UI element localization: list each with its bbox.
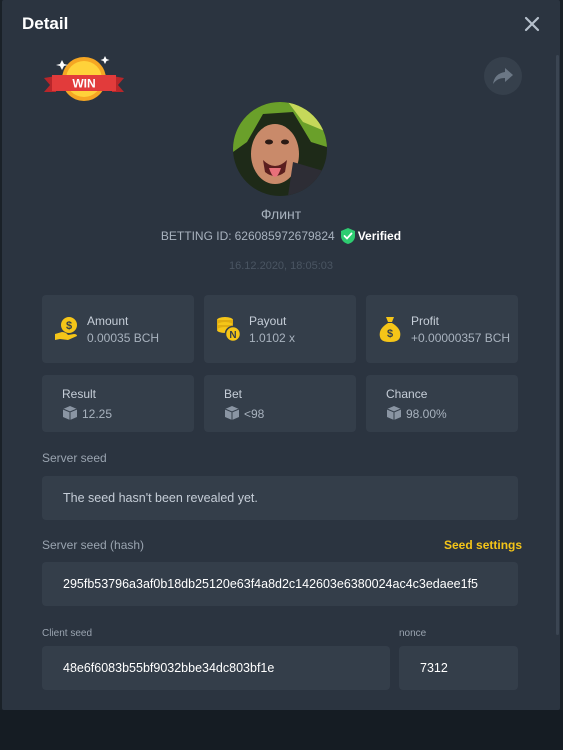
avatar — [233, 102, 327, 196]
betting-id-label: BETTING ID: — [160, 229, 232, 243]
result-value: 12.25 — [82, 407, 113, 421]
nonce-field[interactable]: 7312 — [399, 646, 518, 690]
share-icon — [493, 68, 513, 84]
amount-value: 0.00035 BCH — [87, 331, 160, 345]
profit-card: $ Profit +0.00000357 BCH — [366, 295, 518, 363]
server-seed-hash-label: Server seed (hash) — [42, 538, 145, 552]
dice-icon — [224, 406, 240, 420]
bet-date: 16.12.2020, 18:05:03 — [229, 260, 333, 272]
detail-modal: Detail WIN Флинт BETTING ID: 62608597267… — [2, 0, 560, 710]
bet-value: <98 — [244, 407, 265, 421]
username: Флинт — [260, 206, 302, 222]
svg-text:$: $ — [66, 320, 72, 332]
betting-id-value: 626085972679824 — [234, 229, 335, 243]
chance-card: Chance 98.00% — [366, 375, 518, 432]
bet-label: Bet — [224, 387, 243, 401]
verified-label: Verified — [357, 229, 402, 243]
payout-label: Payout — [249, 314, 287, 328]
svg-text:$: $ — [387, 328, 393, 340]
profit-value: +0.00000357 BCH — [411, 331, 511, 345]
scrollbar[interactable] — [556, 55, 559, 635]
result-card: Result 12.25 — [42, 375, 194, 432]
amount-label: Amount — [87, 314, 129, 328]
server-seed-field: The seed hasn't been revealed yet. — [42, 476, 518, 520]
close-icon — [524, 16, 540, 32]
client-seed-label: Client seed — [42, 628, 93, 639]
win-badge-text: WIN — [72, 77, 95, 91]
money-bag-icon: $ — [379, 317, 401, 342]
svg-text:N: N — [229, 330, 236, 341]
money-hand-icon: $ — [55, 317, 77, 340]
amount-card: $ Amount 0.00035 BCH — [42, 295, 194, 363]
chance-value: 98.00% — [406, 407, 447, 421]
verified-shield-icon — [340, 228, 355, 244]
verified-badge: Verified — [340, 228, 402, 244]
server-seed-label: Server seed — [42, 451, 107, 465]
payout-card: N Payout 1.0102 x — [204, 295, 356, 363]
betting-id-line: BETTING ID: 626085972679824 Verified — [2, 228, 560, 244]
dice-icon — [386, 406, 402, 420]
payout-value: 1.0102 x — [249, 331, 296, 345]
nonce-label: nonce — [399, 628, 427, 639]
server-seed-hash-field[interactable]: 295fb53796a3af0b18db25120e63f4a8d2c14260… — [42, 562, 518, 606]
chance-label: Chance — [386, 387, 428, 401]
result-label: Result — [62, 387, 97, 401]
client-seed-field[interactable]: 48e6f6083b55bf9032bbe34dc803bf1e — [42, 646, 390, 690]
close-button[interactable] — [520, 12, 544, 36]
dice-icon — [62, 406, 78, 420]
profit-label: Profit — [411, 314, 440, 328]
bet-card: Bet <98 — [204, 375, 356, 432]
backdrop — [0, 710, 563, 750]
share-button[interactable] — [484, 57, 522, 95]
coin-stack-icon: N — [217, 317, 242, 343]
win-badge: WIN — [42, 52, 126, 104]
seed-settings-link[interactable]: Seed settings — [444, 538, 522, 552]
modal-title: Detail — [22, 14, 69, 33]
